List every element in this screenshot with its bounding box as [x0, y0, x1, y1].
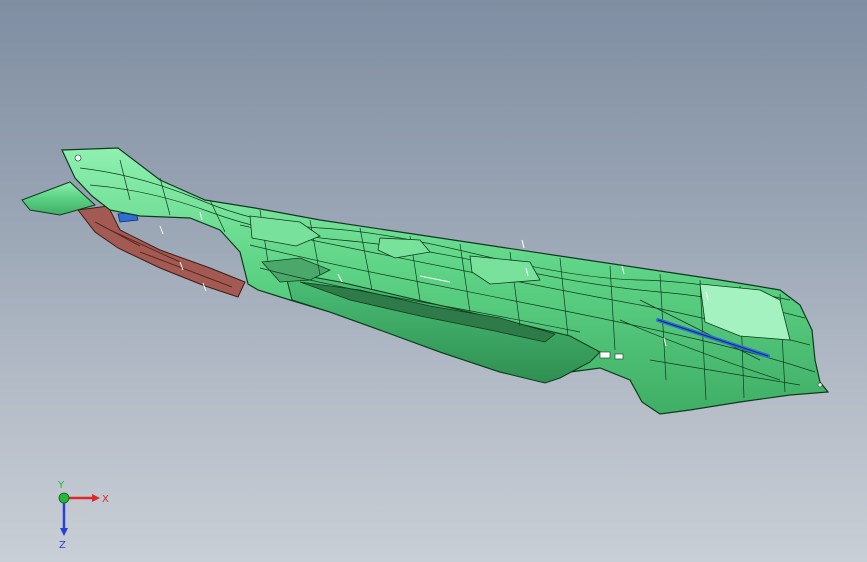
graphics-viewport[interactable]: X Y Z — [0, 0, 867, 562]
bumper-model[interactable] — [0, 0, 867, 562]
x-axis-label: X — [102, 494, 109, 505]
y-axis-label: Y — [57, 480, 65, 491]
origin-point-icon — [74, 154, 82, 162]
end-point-icon — [817, 382, 823, 388]
coordinate-triad[interactable]: X Y Z — [40, 480, 120, 550]
y-axis-icon — [58, 492, 70, 504]
triad-plane-shade — [72, 498, 88, 514]
z-axis-label: Z — [59, 540, 66, 550]
z-arrow-icon — [60, 528, 68, 536]
x-arrow-icon — [92, 494, 100, 502]
